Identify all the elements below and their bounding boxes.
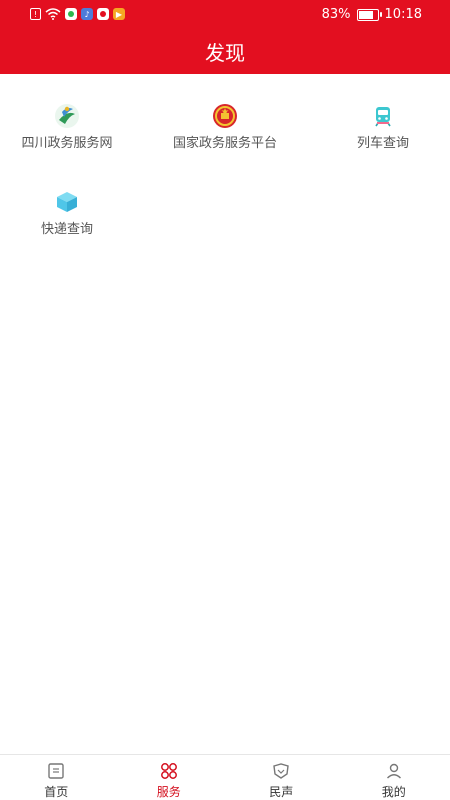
home-icon — [46, 761, 66, 781]
status-icons: ! ♪ ▶ — [30, 8, 125, 20]
tab-label: 服务 — [156, 785, 181, 799]
battery-percent: 83% — [321, 7, 351, 22]
status-right: 83% 10:18 — [322, 7, 422, 22]
service-label: 快递查询 — [40, 222, 93, 237]
service-tile-national-gov[interactable]: 国家政务服务平台 — [160, 102, 290, 152]
voice-icon — [271, 761, 291, 781]
user-icon — [384, 761, 404, 781]
sim-alert-icon: ! — [30, 8, 41, 20]
status-bar: ! ♪ ▶ 83% 10:18 — [0, 0, 450, 30]
tab-service[interactable]: 服务 — [113, 755, 226, 800]
tab-label: 民声 — [269, 785, 294, 799]
tab-label: 首页 — [44, 785, 69, 799]
package-icon — [53, 188, 81, 216]
page-title: 发现 — [205, 41, 245, 65]
tab-mine[interactable]: 我的 — [338, 755, 450, 800]
app-notification-icon — [97, 8, 109, 20]
app-notification-icon: ♪ — [81, 8, 93, 20]
service-tile-train[interactable]: 列车查询 — [318, 102, 448, 152]
battery-icon — [356, 8, 382, 21]
bottom-tab-bar: 首页 服务 民声 我的 — [0, 754, 450, 800]
national-emblem-icon — [211, 102, 239, 130]
app-notification-icon: ▶ — [113, 8, 125, 20]
service-label: 列车查询 — [356, 136, 409, 151]
service-label: 四川政务服务网 — [21, 136, 113, 151]
service-label: 国家政务服务平台 — [172, 136, 277, 151]
service-tile-sichuan-gov[interactable]: 四川政务服务网 — [2, 102, 132, 152]
clock: 10:18 — [384, 7, 422, 22]
sichuan-gov-logo-icon — [53, 102, 81, 130]
service-grid-icon — [159, 761, 179, 781]
app-notification-icon — [65, 8, 77, 20]
tab-label: 我的 — [381, 785, 406, 799]
wifi-icon — [45, 8, 61, 20]
tab-voice[interactable]: 民声 — [225, 755, 338, 800]
header: ! ♪ ▶ 83% 10:18 发现 — [0, 0, 450, 74]
tab-home[interactable]: 首页 — [0, 755, 113, 800]
service-tile-package[interactable]: 快递查询 — [2, 188, 132, 238]
train-icon — [369, 102, 397, 130]
